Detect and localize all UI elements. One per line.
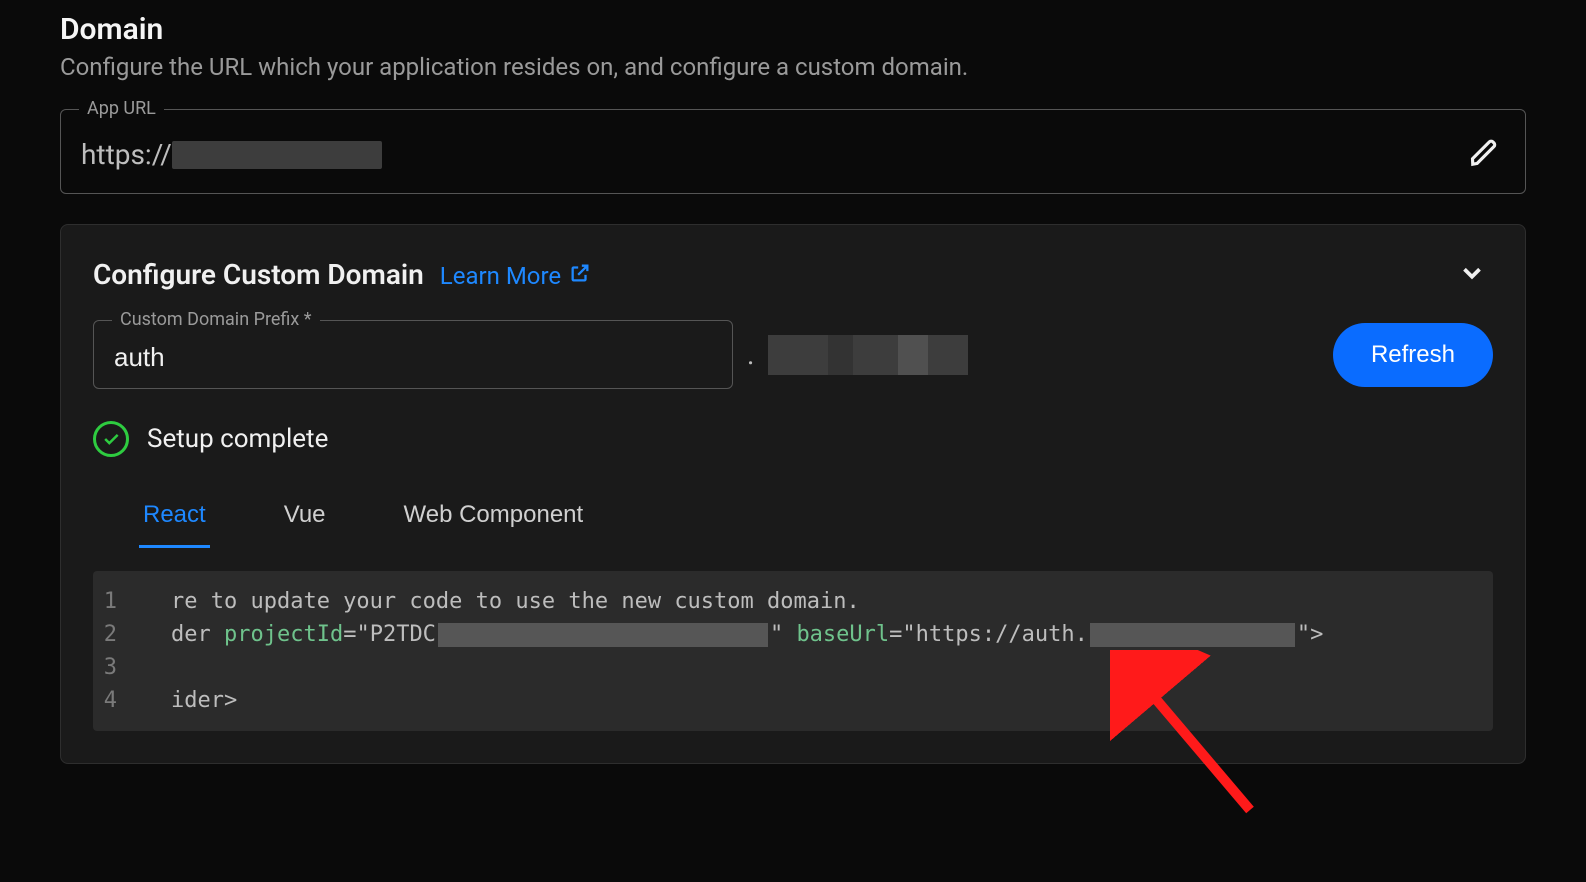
code-punc: "	[770, 618, 783, 651]
app-url-redacted	[172, 141, 382, 169]
chevron-down-icon	[1457, 276, 1487, 291]
code-punc: =	[889, 618, 902, 651]
code-line-3: 3	[93, 651, 1493, 684]
code-text: der	[171, 618, 224, 651]
line-number: 1	[93, 585, 141, 618]
code-attr: projectId	[224, 618, 343, 651]
code-punc: >	[224, 684, 237, 717]
pencil-icon	[1469, 156, 1499, 171]
tab-vue[interactable]: Vue	[280, 491, 330, 548]
line-number: 2	[93, 618, 141, 651]
custom-domain-panel: Configure Custom Domain Learn More Custo…	[60, 224, 1526, 764]
status-text: Setup complete	[147, 424, 328, 454]
external-link-icon	[569, 262, 591, 290]
code-str: https://auth.	[916, 618, 1088, 651]
code-block: 1 re to update your code to use the new c…	[93, 571, 1493, 731]
custom-domain-suffix-redacted	[768, 335, 968, 375]
code-redacted	[1090, 623, 1295, 647]
custom-domain-prefix-label: Custom Domain Prefix *	[112, 309, 320, 330]
panel-title: Configure Custom Domain	[93, 258, 424, 291]
app-url-value: https://	[81, 138, 382, 171]
refresh-button[interactable]: Refresh	[1333, 323, 1493, 387]
collapse-panel-button[interactable]	[1451, 257, 1493, 292]
code-punc: "	[902, 618, 915, 651]
learn-more-label: Learn More	[440, 262, 561, 290]
custom-domain-prefix-input[interactable]	[112, 341, 714, 374]
line-number: 3	[93, 651, 141, 684]
code-attr: baseUrl	[796, 618, 889, 651]
section-subtitle: Configure the URL which your application…	[60, 53, 1526, 81]
status-row: Setup complete	[93, 421, 1493, 457]
edit-app-url-button[interactable]	[1463, 132, 1505, 177]
tab-web-component[interactable]: Web Component	[400, 491, 588, 548]
line-number: 4	[93, 684, 141, 717]
app-url-prefix: https://	[81, 138, 172, 171]
code-str: P2TDC	[370, 618, 436, 651]
check-circle-icon	[93, 421, 129, 457]
code-text: re to update your code to use the new cu…	[171, 585, 860, 618]
section-title: Domain	[60, 12, 1526, 47]
tab-react[interactable]: React	[139, 491, 210, 548]
code-redacted	[438, 623, 768, 647]
code-line-2: 2der projectId="P2TDC" baseUrl="https://…	[93, 618, 1493, 651]
custom-domain-prefix-field[interactable]: Custom Domain Prefix *	[93, 320, 733, 389]
code-punc: "	[356, 618, 369, 651]
code-punc: ">	[1297, 618, 1324, 651]
code-line-1: 1 re to update your code to use the new c…	[93, 585, 1493, 618]
code-punc: =	[343, 618, 356, 651]
suffix-dot: .	[747, 338, 754, 371]
app-url-label: App URL	[79, 98, 164, 119]
code-tabs: React Vue Web Component	[93, 491, 1493, 549]
app-url-field: App URL https://	[60, 109, 1526, 194]
learn-more-link[interactable]: Learn More	[440, 262, 591, 290]
panel-header: Configure Custom Domain Learn More	[93, 257, 1493, 292]
code-line-4: 4 ider>	[93, 684, 1493, 717]
code-text: ider	[171, 684, 224, 717]
prefix-row: Custom Domain Prefix * . Refresh	[93, 320, 1493, 389]
